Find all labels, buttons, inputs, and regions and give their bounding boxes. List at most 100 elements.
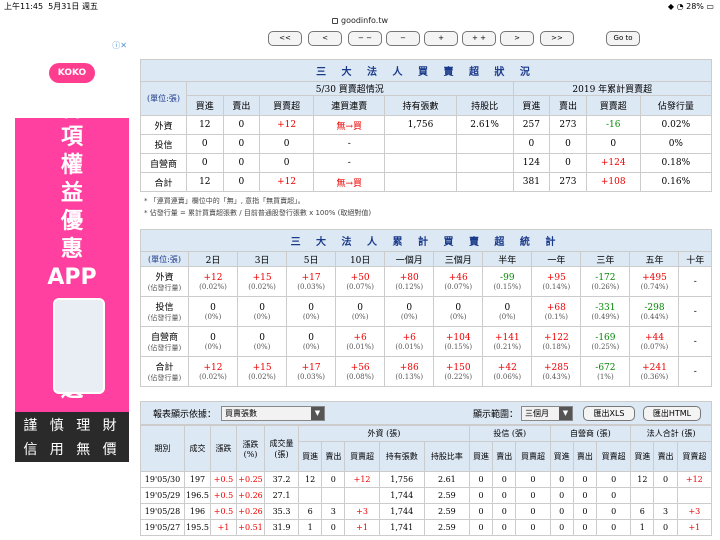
cell: 0 [512,134,551,154]
cell-value: +68 [546,302,566,313]
cell: 0 [222,115,261,135]
ad-phone-image [53,298,105,394]
nav-plus2-button[interactable]: + + [462,31,496,46]
nav-last-button[interactable]: >> [540,31,574,46]
daily-detail-table: 期別 成交 漲跌 漲跌 (%) 成交量 (張) 外資 (張) 投信 (張) 自營… [140,425,713,536]
cell: 0 (0%) [335,296,386,327]
cell-value: +495 [642,272,667,283]
range-select[interactable]: 三個月 ▼ [521,406,573,421]
nav-minus-button[interactable]: − [386,31,420,46]
nav-first-button[interactable]: << [268,31,302,46]
cell: 1,741 [378,519,425,536]
column-header: 三個月 [433,251,484,267]
ad-headline-char: 惠 [60,237,83,262]
cell: 0 [515,503,551,520]
col-change: 漲跌 [210,425,237,472]
cell: 196 [184,503,211,520]
cell-value: +12 [203,272,223,283]
ad-close-icon[interactable]: ⓘ✕ [112,40,127,51]
cell-pct: (0.03%) [297,372,325,381]
cell: 0 (0%) [187,296,239,327]
cell: 196.5 [184,487,211,504]
cell: 0 [468,503,494,520]
column-header: 賣出 [222,95,261,116]
row-label: 投信 (佔發行量) [140,296,189,327]
cell: 0 [549,503,574,520]
nav-minus2-button[interactable]: − − [348,31,382,46]
status-bar: 上午11:45 5月31日 週五 ◆ ◔ 28% ▭ [0,0,720,14]
cell-value: +104 [445,332,471,343]
export-xls-button[interactable]: 匯出XLS [583,406,635,421]
table-row: 投信 (佔發行量) 0 (0%) 0 (0%) 0 (0%) 0 (0%) 0 (0%) 0 (0%) 0(… [140,296,712,327]
cell: 257 [512,115,551,135]
cell-value: 0 [308,302,314,313]
cell-pct: (0%) [351,312,369,321]
column-header: 3日 [237,251,288,267]
cell: +0.51 [236,519,265,536]
column-header: 持股比 [455,95,514,116]
row-sub: (佔發行量) [147,314,182,322]
cell-pct: (0%) [253,312,271,321]
cell [455,153,514,173]
cell-value: -672 [595,362,616,373]
status-time-date: 上午11:45 5月31日 週五 [4,2,98,11]
cell-value: +6 [402,332,416,343]
cell-value: 0 [357,302,364,313]
sub-header: 買賣超 [344,441,380,472]
ad-footer: 謹 慎 理 財信 用 無 價 [15,412,129,462]
cell: 0 [492,503,517,520]
cell: 1,756 [384,115,457,135]
cell: 0 [572,519,598,536]
row-name: 合計 [155,363,174,373]
group-dealer: 自營商 (張) [549,425,632,442]
cell-value: +12 [203,362,223,373]
column-header: 一年 [531,251,582,267]
advertisement-banner[interactable]: ⓘ✕ KOKO 各項權益優惠APP一覽無遺 謹 慎 理 財信 用 無 價 [15,38,129,462]
cell: 197 [184,471,211,488]
cell: +80 (0.12%) [384,266,435,297]
cell: +15 (0.02%) [237,356,288,387]
column-header: 買賣超 [585,95,641,116]
cell-pct: (0.02%) [199,282,227,291]
row-label: 合計 (佔發行量) [140,356,189,387]
cell-pct: (1%) [597,372,614,381]
go-to-button[interactable]: Go to [606,31,640,46]
cell: 0.16% [639,172,713,192]
cell: 無→買 [313,172,386,192]
cell: +12 [259,115,315,135]
cell: 0 [492,487,517,504]
cell: 19'05/29 [140,487,185,504]
cell: +495 (0.74%) [629,266,680,297]
nav-plus-button[interactable]: + [424,31,458,46]
cell-pct: (0.18%) [542,342,571,351]
group-foreign: 外資 (張) [298,425,470,442]
cell: 2.59 [423,487,470,504]
sub-header: 賣出 [321,441,346,472]
cell-value: +150 [445,362,471,373]
cell: 19'05/27 [140,519,185,536]
lock-icon [331,18,338,24]
cell: +3 [676,503,713,520]
cell-value: +141 [494,332,520,343]
ad-headline-char: 權 [60,153,83,178]
nav-prev-button[interactable]: < [308,31,342,46]
cell: +150 (0.22%) [433,356,484,387]
table-row: 投信 0 0 0-0 0 0 0% [140,134,713,154]
cell: +3 [344,503,380,520]
cell: +50 (0.07%) [335,266,386,297]
cell-value: +122 [543,332,569,343]
cell-pct: (0%) [204,342,222,351]
row-sub: (佔發行量) [147,284,182,292]
battery-indicator: ◆ ◔ 28% ▭ [667,2,714,11]
cell: 2.61% [455,115,514,135]
cell: +12 (0.02%) [187,266,239,297]
sub-header: 賣出 [653,441,678,472]
export-html-button[interactable]: 匯出HTML [643,406,701,421]
cell-value: 0 [308,332,314,343]
display-basis-select[interactable]: 買賣張數 ▼ [221,406,325,421]
cell: +12 [259,172,315,192]
cell-pct: (0.1%) [544,312,568,321]
nav-next-button[interactable]: > [500,31,534,46]
cell: 12 [630,471,655,488]
url-bar[interactable]: goodinfo.tw [0,14,720,28]
